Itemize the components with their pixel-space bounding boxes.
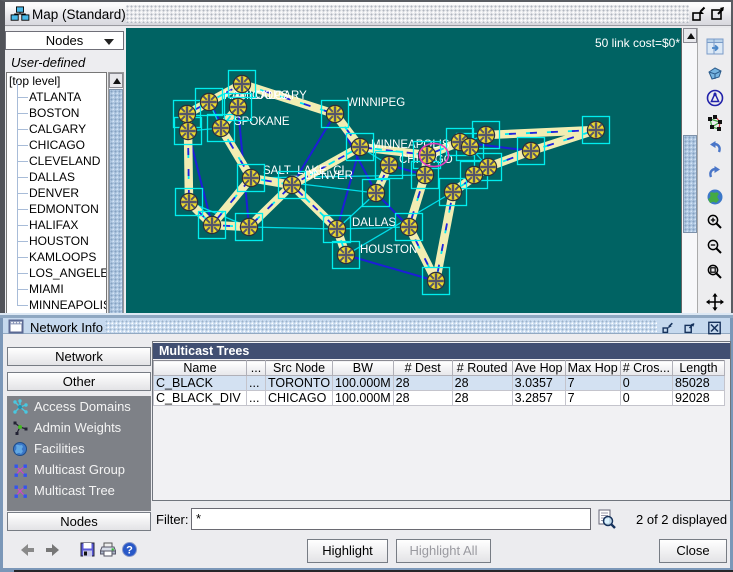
svg-text:WINNIPEG: WINNIPEG xyxy=(347,97,405,109)
svg-text:SPOKANE: SPOKANE xyxy=(234,116,290,128)
svg-text:DENVER: DENVER xyxy=(305,170,353,182)
svg-text:50 link cost=$0*: 50 link cost=$0* xyxy=(595,36,680,50)
svg-text:DALLAS: DALLAS xyxy=(352,217,396,229)
svg-text:CALGARY: CALGARY xyxy=(252,90,307,102)
svg-text:HOUSTON: HOUSTON xyxy=(360,244,417,256)
svg-text:MINNEAPOLIS: MINNEAPOLIS xyxy=(371,139,450,151)
